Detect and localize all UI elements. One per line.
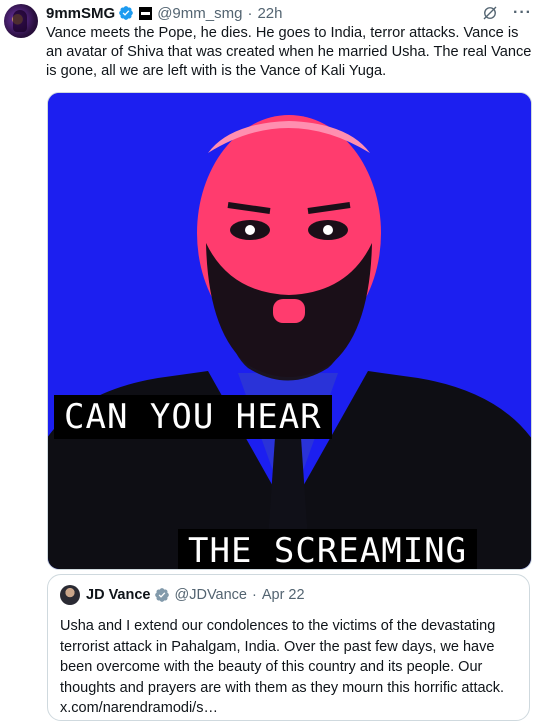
more-icon[interactable]: ··· [513,5,532,21]
tweet-text: Vance meets the Pope, he dies. He goes t… [46,25,532,79]
gray-verified-badge-icon[interactable] [154,587,170,603]
quoted-author-display-name[interactable]: JD Vance [86,587,151,603]
separator-dot: · [247,4,253,22]
quoted-author-avatar[interactable] [60,585,80,605]
separator-dot: · [251,587,257,603]
verified-badge-icon[interactable] [118,5,134,21]
meme-caption-top: CAN YOU HEAR [54,395,332,439]
tweet-header: 9mmSMG @9mm_smg · 22h ··· [46,3,532,23]
author-display-name[interactable]: 9mmSMG [46,5,115,22]
quoted-author-handle[interactable]: @JDVance [175,587,247,603]
flag-badge-icon [139,6,153,20]
meme-image [48,93,531,569]
author-avatar[interactable] [4,4,38,38]
quoted-tweet-header: JD Vance @JDVance · Apr 22 [60,585,305,605]
tweet-media[interactable]: CAN YOU HEAR THE SCREAMING [47,92,532,570]
quoted-tweet[interactable]: JD Vance @JDVance · Apr 22 Usha and I ex… [47,574,530,721]
author-handle[interactable]: @9mm_smg [157,5,242,22]
grok-icon[interactable] [481,4,499,22]
quoted-timestamp[interactable]: Apr 22 [262,587,305,603]
quoted-tweet-text: Usha and I extend our condolences to the… [60,618,505,716]
timestamp[interactable]: 22h [257,5,282,22]
meme-caption-bottom: THE SCREAMING [178,529,478,569]
